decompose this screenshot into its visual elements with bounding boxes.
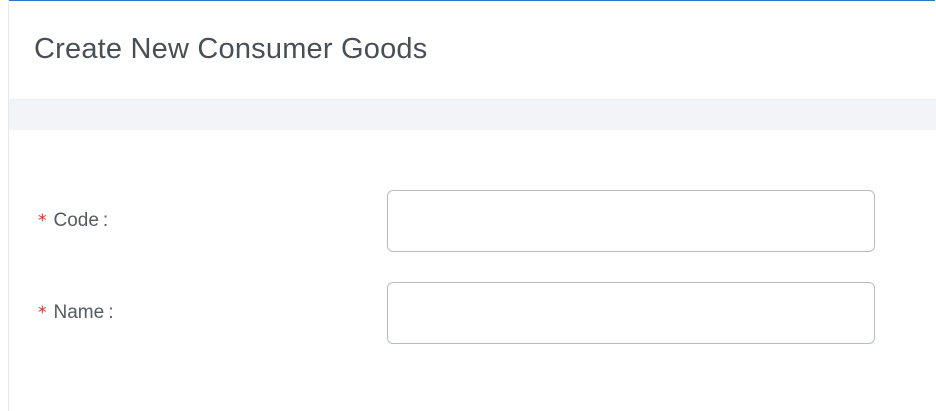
code-input[interactable] [387,190,875,252]
name-label-colon: : [108,302,114,323]
name-label: * Name : [38,302,113,324]
left-edge-strip [0,0,9,411]
name-label-text: Name [53,302,105,323]
required-asterisk: * [38,211,47,231]
form-row-code: * Code : [9,190,936,254]
name-input[interactable] [387,282,875,344]
code-label-colon: : [102,210,109,231]
dialog-title: Create New Consumer Goods [34,33,428,65]
header-divider-band [9,99,936,130]
required-asterisk: * [38,303,47,323]
code-label-text: Code [53,210,99,231]
form-row-name: * Name : [9,282,936,346]
create-consumer-goods-dialog: Create New Consumer Goods * Code : * Nam… [9,1,936,411]
dialog-header: Create New Consumer Goods [9,1,936,99]
code-label: * Code : [38,210,108,232]
